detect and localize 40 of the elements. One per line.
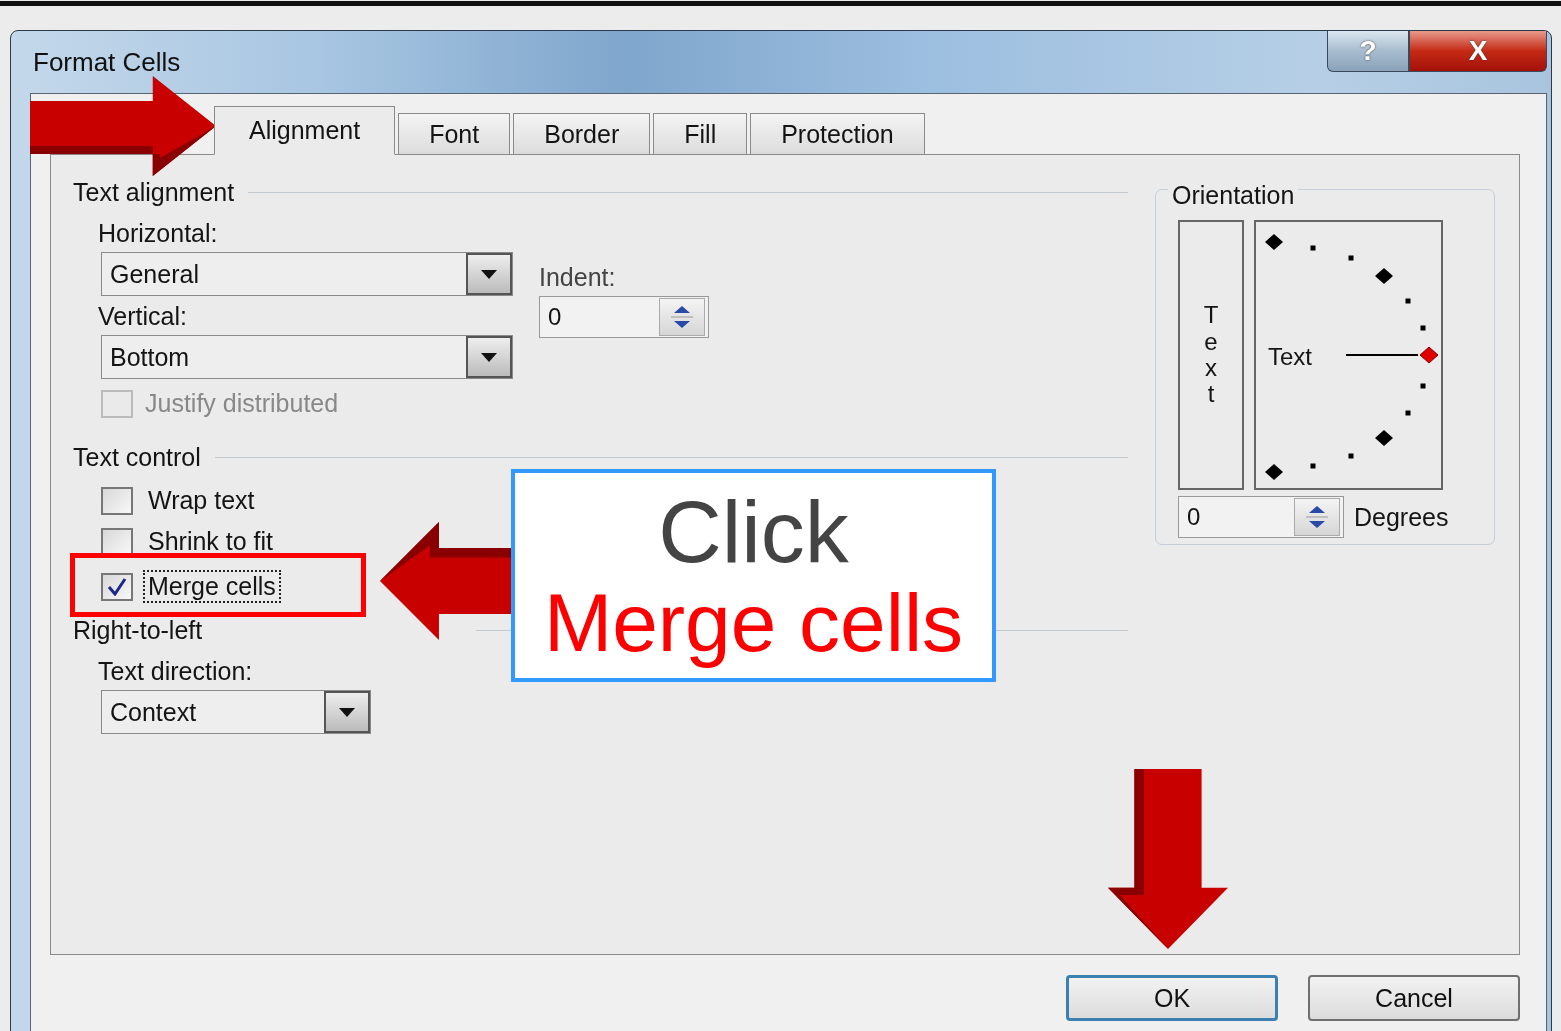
checkmark-icon: [107, 577, 127, 596]
spin-arrows-icon: [1306, 503, 1328, 531]
section-title: Text control: [73, 442, 201, 472]
field-label: Text direction:: [98, 657, 254, 686]
tab[interactable]: Alignment: [214, 106, 396, 155]
callout-text: Merge cells: [543, 578, 964, 668]
indent-field[interactable]: 0: [539, 296, 709, 338]
field-label: Indent:: [539, 263, 617, 292]
checkbox-label: Merge cells: [145, 572, 279, 601]
dropdown-arrow-icon: [481, 269, 497, 279]
vertical-text-option[interactable]: Text: [1178, 220, 1244, 490]
checkbox-label: Wrap text: [147, 486, 256, 515]
spin-arrows-icon: [671, 303, 693, 331]
dropdown-arrow-icon: [339, 707, 355, 717]
close-button[interactable]: X: [1409, 31, 1547, 72]
checkbox[interactable]: [101, 486, 133, 515]
checkbox[interactable]: [101, 572, 133, 601]
dialog-button[interactable]: Cancel: [1308, 975, 1520, 1021]
field-label: Degrees: [1354, 502, 1449, 532]
checkbox[interactable]: [101, 527, 133, 556]
field-label: Vertical:: [98, 302, 188, 331]
field-label: Horizontal:: [98, 219, 219, 248]
dropdown-arrow-icon: [481, 352, 497, 362]
dialog-button[interactable]: OK: [1066, 975, 1278, 1021]
dial-text: Text: [1268, 343, 1312, 371]
section-title: Right-to-left: [73, 615, 203, 645]
window-title: Format Cells: [33, 47, 181, 78]
checkbox-label: Justify distributed: [145, 389, 339, 418]
checkbox-label: Shrink to fit: [147, 527, 275, 556]
horizontal-dropdown[interactable]: General: [101, 252, 513, 296]
degrees-field[interactable]: 0: [1178, 496, 1344, 538]
tab[interactable]: Font: [398, 113, 511, 155]
vertical-dropdown[interactable]: Bottom: [101, 335, 513, 379]
tab[interactable]: Protection: [750, 113, 925, 155]
callout-text: Click: [658, 483, 849, 579]
text-direction-dropdown[interactable]: Context: [101, 690, 371, 734]
section-title: Text alignment: [73, 177, 235, 207]
tab[interactable]: Border: [513, 113, 651, 155]
tab[interactable]: Fill: [653, 113, 748, 155]
orientation-dial[interactable]: Text: [1254, 220, 1443, 490]
